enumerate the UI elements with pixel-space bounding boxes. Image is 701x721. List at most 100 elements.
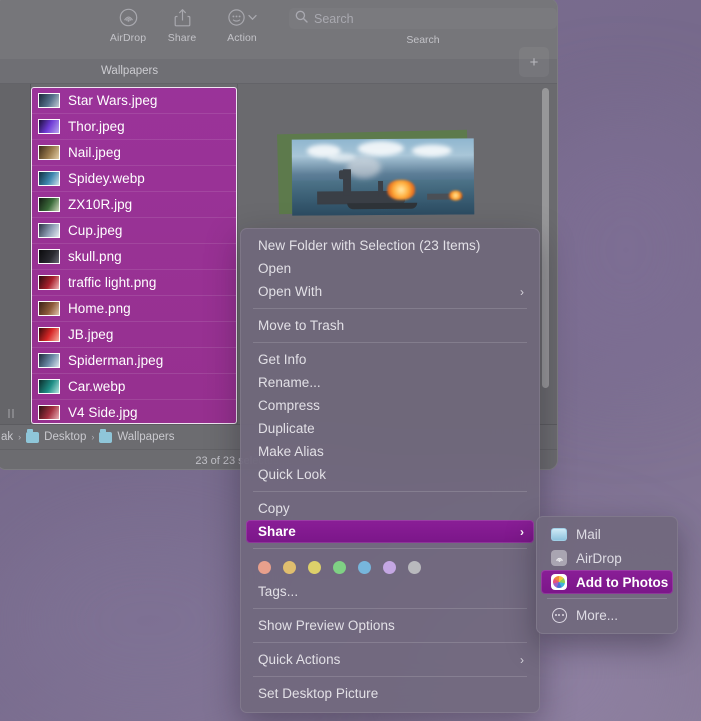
action-button[interactable]: Action <box>209 8 275 44</box>
airdrop-label: AirDrop <box>109 32 147 44</box>
tag-color-dot[interactable] <box>258 561 271 574</box>
file-row[interactable]: Cup.jpeg <box>32 218 236 244</box>
tab-bar: Wallpapers <box>0 59 557 84</box>
breadcrumb-segment[interactable]: Desktop <box>26 429 86 443</box>
airdrop-icon <box>551 550 567 566</box>
tag-color-dot[interactable] <box>308 561 321 574</box>
breadcrumb-segment[interactable]: ak <box>1 431 13 443</box>
share-submenu[interactable]: Mail AirDrop Add to Photos More... <box>536 516 678 634</box>
file-name: Cup.jpeg <box>68 223 123 238</box>
file-row[interactable]: Home.png <box>32 296 236 322</box>
menu-item[interactable]: Copy <box>246 497 534 520</box>
menu-item[interactable]: Make Alias <box>246 440 534 463</box>
finder-sidebar <box>0 84 31 424</box>
file-thumbnail-icon <box>38 327 60 342</box>
menu-item[interactable]: Rename... <box>246 371 534 394</box>
menu-item-label: Set Desktop Picture <box>258 686 379 701</box>
file-row[interactable]: Thor.jpeg <box>32 114 236 140</box>
toolbar-buttons: AirDrop Share Action <box>101 8 275 44</box>
menu-item-label: Share <box>258 524 296 539</box>
file-name: ZX10R.jpg <box>68 197 133 212</box>
file-row[interactable]: Spiderman.jpeg <box>32 348 236 374</box>
share-submenu-item[interactable]: Add to Photos <box>541 570 673 594</box>
file-name: Spidey.webp <box>68 171 145 186</box>
file-row[interactable]: Car.webp <box>32 374 236 400</box>
share-submenu-item[interactable]: Mail <box>541 522 673 546</box>
tag-color-dot[interactable] <box>358 561 371 574</box>
file-thumbnail-icon <box>38 145 60 160</box>
menu-item-label: Show Preview Options <box>258 618 395 633</box>
tab-wallpapers[interactable]: Wallpapers <box>101 65 158 77</box>
sidebar-resize-handle[interactable] <box>8 409 18 418</box>
menu-item[interactable]: Move to Trash <box>246 314 534 337</box>
file-name: Home.png <box>68 301 131 316</box>
menu-item-label: Open With <box>258 284 323 299</box>
tag-color-row[interactable] <box>241 554 539 580</box>
file-thumbnail-icon <box>38 197 60 212</box>
menu-item[interactable]: Compress <box>246 394 534 417</box>
menu-item[interactable]: Get Info <box>246 348 534 371</box>
chevron-right-icon: › <box>519 652 524 667</box>
share-label: Share <box>167 32 197 44</box>
menu-separator <box>253 491 527 492</box>
menu-item[interactable]: New Folder with Selection (23 Items) <box>246 234 534 257</box>
file-name: JB.jpeg <box>68 327 114 342</box>
chevron-right-icon: › <box>519 524 524 539</box>
breadcrumb-segment[interactable]: Wallpapers <box>99 429 174 443</box>
file-row[interactable]: Nail.jpeg <box>32 140 236 166</box>
photos-icon <box>551 574 567 590</box>
menu-item[interactable]: Share › <box>246 520 534 543</box>
search-input[interactable]: Search <box>289 8 557 29</box>
menu-separator <box>253 608 527 609</box>
tag-color-dot[interactable] <box>333 561 346 574</box>
file-row[interactable]: skull.png <box>32 244 236 270</box>
menu-item[interactable]: Quick Actions › <box>246 648 534 671</box>
menu-separator <box>253 642 527 643</box>
breadcrumb-separator-icon: › <box>18 432 22 442</box>
menu-item[interactable]: Quick Look <box>246 463 534 486</box>
file-list-column[interactable]: Star Wars.jpeg Thor.jpeg Nail.jpeg Spidey.w… <box>31 87 237 424</box>
file-row[interactable]: V4 Side.jpg <box>32 400 236 423</box>
menu-item[interactable]: Tags... <box>246 580 534 603</box>
search-label: Search <box>406 34 440 46</box>
tag-color-dot[interactable] <box>408 561 421 574</box>
preview-image <box>277 129 475 216</box>
airdrop-button[interactable]: AirDrop <box>101 8 155 44</box>
menu-item-label: Quick Look <box>258 467 327 482</box>
menu-item[interactable]: Show Preview Options <box>246 614 534 637</box>
menu-item[interactable]: Set Desktop Picture <box>246 682 534 705</box>
menu-separator <box>253 342 527 343</box>
preview-scrollbar[interactable] <box>542 88 549 388</box>
menu-item-label: Duplicate <box>258 421 315 436</box>
file-row[interactable]: Star Wars.jpeg <box>32 88 236 114</box>
menu-item-label: New Folder with Selection (23 Items) <box>258 238 481 253</box>
file-name: Spiderman.jpeg <box>68 353 164 368</box>
file-thumbnail-icon <box>38 301 60 316</box>
file-thumbnail-icon <box>38 405 60 420</box>
menu-item[interactable]: Open <box>246 257 534 280</box>
new-tab-button[interactable]: + <box>519 47 549 77</box>
more-icon <box>551 607 567 623</box>
breadcrumb-label: ak <box>1 431 14 443</box>
menu-item-label: Quick Actions <box>258 652 341 667</box>
file-row[interactable]: traffic light.png <box>32 270 236 296</box>
menu-item-label: Compress <box>258 398 320 413</box>
tag-color-dot[interactable] <box>383 561 396 574</box>
menu-item-label: Open <box>258 261 292 276</box>
chevron-right-icon: › <box>519 284 524 299</box>
share-icon <box>174 8 191 27</box>
file-row[interactable]: ZX10R.jpg <box>32 192 236 218</box>
menu-item[interactable]: Duplicate <box>246 417 534 440</box>
share-submenu-item[interactable]: More... <box>541 603 673 627</box>
file-thumbnail-icon <box>38 223 60 238</box>
tag-color-dot[interactable] <box>283 561 296 574</box>
menu-separator <box>253 676 527 677</box>
context-menu[interactable]: New Folder with Selection (23 Items) Open… <box>240 228 540 713</box>
share-submenu-label: AirDrop <box>576 550 622 566</box>
file-row[interactable]: Spidey.webp <box>32 166 236 192</box>
share-submenu-item[interactable]: AirDrop <box>541 546 673 570</box>
menu-item[interactable]: Open With › <box>246 280 534 303</box>
file-row[interactable]: JB.jpeg <box>32 322 236 348</box>
share-button[interactable]: Share <box>155 8 209 44</box>
menu-item-label: Move to Trash <box>258 318 345 333</box>
